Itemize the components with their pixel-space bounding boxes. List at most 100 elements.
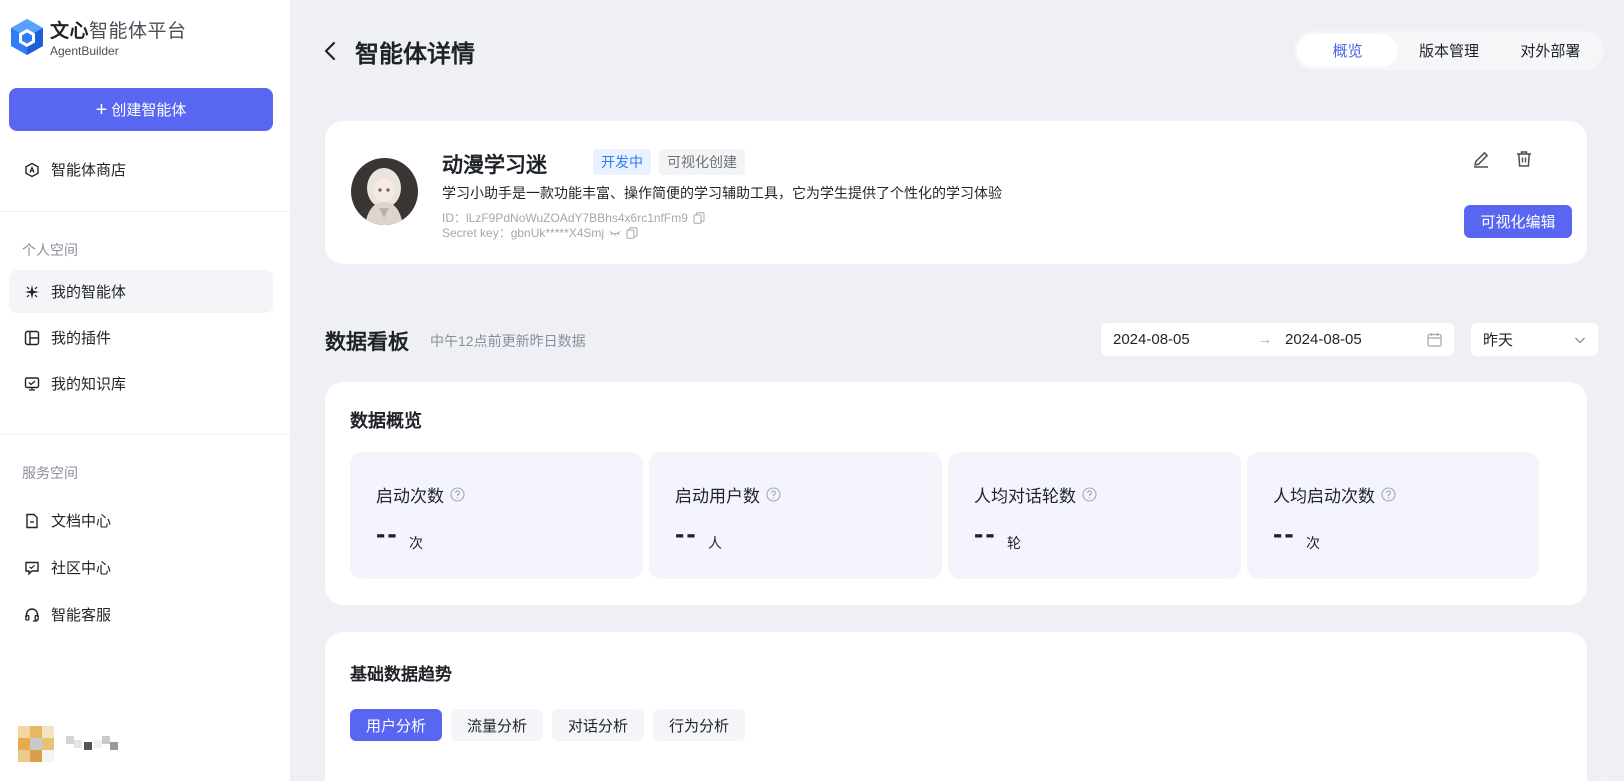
sidebar-item-support[interactable]: 智能客服 xyxy=(9,593,273,636)
plugin-icon xyxy=(23,329,41,347)
brand-title-bold: 文心 xyxy=(50,21,90,42)
main-content: 智能体详情 概览 版本管理 对外部署 动漫学习迷 开发中 可视化创建 学习小助手… xyxy=(290,0,1624,781)
agent-info-card: 动漫学习迷 开发中 可视化创建 学习小助手是一款功能丰富、操作简便的学习辅助工具… xyxy=(325,121,1587,264)
metric-label-text: 人均启动次数 xyxy=(1273,487,1375,506)
help-circle-icon[interactable] xyxy=(450,487,465,502)
page-title: 智能体详情 xyxy=(355,41,475,68)
metric-unit: 人 xyxy=(708,535,722,551)
sidebar-item-label: 社区中心 xyxy=(51,560,112,577)
metric-card-avg-dialog-rounds: 人均对话轮数 -- 轮 xyxy=(948,452,1241,579)
creation-type-badge: 可视化创建 xyxy=(659,149,745,175)
edit-pencil-icon[interactable] xyxy=(1471,149,1491,169)
tab-traffic-analysis[interactable]: 流量分析 xyxy=(451,709,544,741)
dashboard-hint: 中午12点前更新昨日数据 xyxy=(430,333,586,349)
eye-closed-icon[interactable] xyxy=(609,227,621,239)
metric-unit: 次 xyxy=(1306,535,1320,551)
create-agent-label: 创建智能体 xyxy=(111,102,187,119)
agent-secret-key: Secret key：gbnUk*****X4Smj xyxy=(442,226,605,240)
brand-subtitle: AgentBuilder xyxy=(50,44,119,58)
tab-dialog-analysis[interactable]: 对话分析 xyxy=(552,709,645,741)
divider xyxy=(0,211,290,212)
sidebar-item-docs[interactable]: 文档中心 xyxy=(9,499,273,542)
chat-bubble-icon xyxy=(23,559,41,577)
brand-logo[interactable]: 文心智能体平台 AgentBuilder xyxy=(10,16,187,58)
metric-label: 启动次数 xyxy=(376,482,465,507)
metric-label-text: 人均对话轮数 xyxy=(974,487,1076,506)
date-start-input[interactable]: 2024-08-05 xyxy=(1113,331,1190,348)
store-icon xyxy=(23,161,41,179)
metric-label: 启动用户数 xyxy=(675,482,781,507)
user-avatar[interactable] xyxy=(18,726,56,762)
username-pixelated xyxy=(66,736,118,750)
document-icon xyxy=(23,512,41,530)
data-overview-card: 数据概览 启动次数 -- 次 启动用户数 -- 人 人均对话轮数 -- 轮 人均… xyxy=(325,382,1587,605)
trend-title: 基础数据趋势 xyxy=(350,665,452,684)
date-range-arrow: → xyxy=(1258,331,1272,347)
divider xyxy=(0,434,290,435)
cube-logo-icon xyxy=(11,19,43,55)
scrollbar[interactable] xyxy=(1602,80,1606,781)
tab-behavior-analysis[interactable]: 行为分析 xyxy=(653,709,746,741)
metric-unit: 轮 xyxy=(1007,535,1021,551)
sidebar: 文心智能体平台 AgentBuilder + 创建智能体 智能体商店 个人空间 … xyxy=(0,0,290,781)
plus-icon: + xyxy=(95,98,108,121)
sidebar-item-my-agents[interactable]: 我的智能体 xyxy=(9,270,273,313)
metric-unit: 次 xyxy=(409,535,423,551)
help-circle-icon[interactable] xyxy=(1082,487,1097,502)
sidebar-item-community[interactable]: 社区中心 xyxy=(9,546,273,589)
knowledge-icon xyxy=(23,375,41,393)
period-select-value: 昨天 xyxy=(1483,332,1514,349)
period-select[interactable]: 昨天 xyxy=(1471,323,1598,356)
help-circle-icon[interactable] xyxy=(766,487,781,502)
personal-section-label: 个人空间 xyxy=(22,242,78,258)
headset-icon xyxy=(23,606,41,624)
sidebar-item-label: 智能体商店 xyxy=(51,162,127,179)
back-arrow-icon[interactable] xyxy=(323,41,337,61)
help-circle-icon[interactable] xyxy=(1381,487,1396,502)
copy-icon[interactable] xyxy=(693,211,705,224)
sidebar-item-label: 文档中心 xyxy=(51,513,112,530)
metric-card-launch-users: 启动用户数 -- 人 xyxy=(649,452,942,579)
calendar-icon xyxy=(1427,333,1442,347)
sidebar-item-label: 我的插件 xyxy=(51,330,112,347)
status-badge: 开发中 xyxy=(593,149,651,175)
agent-name: 动漫学习迷 xyxy=(442,154,547,177)
sidebar-item-my-plugins[interactable]: 我的插件 xyxy=(9,316,273,359)
metric-label: 人均启动次数 xyxy=(1273,482,1396,507)
sidebar-item-label: 我的智能体 xyxy=(51,284,127,301)
tab-version-management[interactable]: 版本管理 xyxy=(1398,34,1499,67)
metric-label-text: 启动次数 xyxy=(376,487,444,506)
agent-avatar xyxy=(351,158,418,225)
sparkle-icon xyxy=(23,283,41,301)
sidebar-item-label: 我的知识库 xyxy=(51,376,127,393)
metric-value: -- xyxy=(1273,518,1296,549)
date-end-input[interactable]: 2024-08-05 xyxy=(1285,331,1362,348)
agent-secret-row: Secret key：gbnUk*****X4Smj xyxy=(442,224,638,241)
metric-label: 人均对话轮数 xyxy=(974,482,1097,507)
visual-edit-button[interactable]: 可视化编辑 xyxy=(1464,205,1572,238)
dashboard-title: 数据看板 xyxy=(325,331,409,354)
metric-value: -- xyxy=(376,518,399,549)
brand-title-rest: 智能体平台 xyxy=(89,21,187,42)
detail-tabs: 概览 版本管理 对外部署 xyxy=(1294,31,1604,70)
date-range-picker[interactable]: 2024-08-05 → 2024-08-05 xyxy=(1101,323,1454,356)
tab-external-deploy[interactable]: 对外部署 xyxy=(1500,34,1601,67)
tab-overview[interactable]: 概览 xyxy=(1297,34,1399,67)
tab-user-analysis[interactable]: 用户分析 xyxy=(350,709,443,741)
create-agent-button[interactable]: + 创建智能体 xyxy=(9,88,273,131)
chevron-down-icon xyxy=(1575,337,1585,344)
agent-description: 学习小助手是一款功能丰富、操作简便的学习辅助工具，它为学生提供了个性化的学习体验 xyxy=(442,185,1002,201)
metric-value: -- xyxy=(974,518,997,549)
sidebar-item-my-knowledge[interactable]: 我的知识库 xyxy=(9,362,273,405)
sidebar-item-agent-store[interactable]: 智能体商店 xyxy=(9,148,273,191)
metric-value: -- xyxy=(675,518,698,549)
sidebar-item-label: 智能客服 xyxy=(51,607,112,624)
metric-label-text: 启动用户数 xyxy=(675,487,760,506)
service-section-label: 服务空间 xyxy=(22,465,78,481)
delete-trash-icon[interactable] xyxy=(1514,149,1534,169)
basic-trend-card: 基础数据趋势 用户分析 流量分析 对话分析 行为分析 xyxy=(325,632,1587,781)
metric-card-launch-count: 启动次数 -- 次 xyxy=(350,452,643,579)
overview-title: 数据概览 xyxy=(350,411,422,431)
copy-icon[interactable] xyxy=(626,226,638,239)
metric-card-avg-launches: 人均启动次数 -- 次 xyxy=(1247,452,1539,579)
